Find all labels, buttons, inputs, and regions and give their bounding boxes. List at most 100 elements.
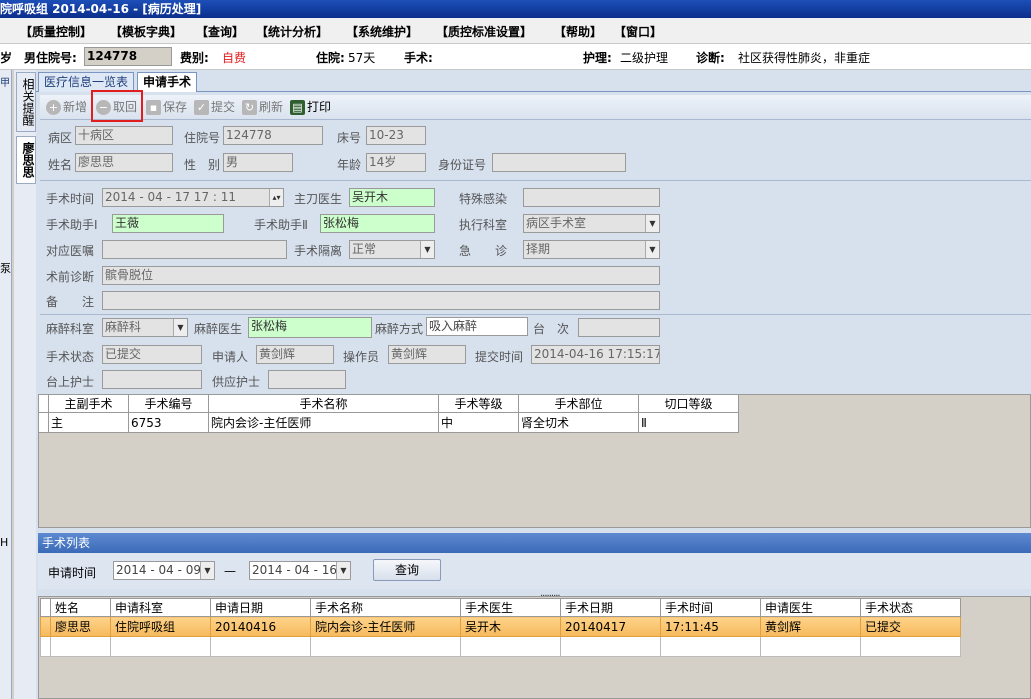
sex-field[interactable]: 男 bbox=[223, 153, 293, 172]
inpatient-no-field[interactable]: 124778 bbox=[223, 126, 323, 145]
col-header[interactable]: 手术状态 bbox=[860, 598, 961, 617]
table-order-field[interactable] bbox=[578, 318, 660, 337]
col-header[interactable]: 姓名 bbox=[50, 598, 111, 617]
cell[interactable]: 肾全切术 bbox=[518, 412, 639, 433]
cell[interactable]: 住院呼吸组 bbox=[110, 616, 211, 637]
cell[interactable]: 廖思思 bbox=[50, 616, 111, 637]
menu-template-dict[interactable]: 【模板字典】 bbox=[110, 23, 182, 40]
cell[interactable] bbox=[560, 636, 661, 657]
refresh-button[interactable]: ↻ 刷新 bbox=[241, 98, 283, 117]
cell[interactable]: Ⅱ bbox=[638, 412, 739, 433]
date-to-select[interactable]: 2014 - 04 - 16 ▼ bbox=[249, 561, 351, 580]
tab-medical-overview[interactable]: 医疗信息一览表 bbox=[38, 72, 135, 92]
surgeon-field[interactable]: 吴开木 bbox=[349, 188, 435, 207]
cell[interactable] bbox=[460, 636, 561, 657]
tab-apply-surgery[interactable]: 申请手术 bbox=[137, 72, 198, 92]
save-button[interactable]: ▪ 保存 bbox=[145, 98, 187, 117]
applicant-field[interactable]: 黄剑辉 bbox=[256, 345, 334, 364]
emergency-select[interactable]: 择期 ▼ bbox=[523, 240, 660, 259]
remark-field[interactable] bbox=[102, 291, 660, 310]
cell[interactable]: 黄剑辉 bbox=[760, 616, 861, 637]
submit-time-field[interactable]: 2014-04-16 17:15:17 bbox=[531, 345, 660, 364]
menu-qc-standard[interactable]: 【质控标准设置】 bbox=[436, 23, 532, 40]
menu-help[interactable]: 【帮助】 bbox=[554, 23, 602, 40]
col-header[interactable]: 申请科室 bbox=[110, 598, 211, 617]
col-header[interactable]: 申请医生 bbox=[760, 598, 861, 617]
col-header[interactable]: 手术编号 bbox=[128, 394, 209, 413]
op-time-field[interactable]: 2014 - 04 - 17 17 : 11 ▴▾ bbox=[102, 188, 284, 207]
special-infection-field[interactable] bbox=[523, 188, 660, 207]
cell[interactable]: 院内会诊-主任医师 bbox=[310, 616, 461, 637]
col-header[interactable]: 手术时间 bbox=[660, 598, 761, 617]
pre-diagnosis-field[interactable]: 髌骨脱位 bbox=[102, 266, 660, 285]
op-status-field[interactable]: 已提交 bbox=[102, 345, 202, 364]
col-header[interactable]: 主副手术 bbox=[48, 394, 129, 413]
name-field[interactable]: 廖思思 bbox=[75, 153, 173, 172]
table-row[interactable]: 主 6753 院内会诊-主任医师 中 肾全切术 Ⅱ bbox=[38, 412, 739, 433]
chevron-down-icon[interactable]: ▼ bbox=[645, 241, 659, 258]
spinner-icon[interactable]: ▴▾ bbox=[269, 189, 283, 206]
chevron-down-icon[interactable]: ▼ bbox=[645, 215, 659, 232]
anes-method-field[interactable]: 吸入麻醉 bbox=[426, 317, 528, 336]
isolation-select[interactable]: 正常 ▼ bbox=[349, 240, 435, 259]
cell[interactable]: 中 bbox=[438, 412, 519, 433]
cell[interactable]: 主 bbox=[48, 412, 129, 433]
cell[interactable] bbox=[210, 636, 311, 657]
print-button[interactable]: ▤ 打印 bbox=[289, 98, 331, 117]
chevron-down-icon[interactable]: ▼ bbox=[336, 562, 350, 579]
chevron-down-icon[interactable]: ▼ bbox=[173, 319, 187, 336]
cell[interactable] bbox=[50, 636, 111, 657]
cell[interactable]: 20140416 bbox=[210, 616, 311, 637]
col-header[interactable]: 手术日期 bbox=[560, 598, 661, 617]
col-header[interactable]: 手术部位 bbox=[518, 394, 639, 413]
ward-field[interactable]: 十病区 bbox=[75, 126, 173, 145]
col-header[interactable]: 手术名称 bbox=[310, 598, 461, 617]
cell[interactable]: 吴开木 bbox=[460, 616, 561, 637]
anes-dept-select[interactable]: 麻醉科 ▼ bbox=[102, 318, 188, 337]
exec-dept-select[interactable]: 病区手术室 ▼ bbox=[523, 214, 660, 233]
menu-quality-control[interactable]: 【质量控制】 bbox=[20, 23, 92, 40]
date-from-select[interactable]: 2014 - 04 - 09 ▼ bbox=[113, 561, 215, 580]
cell[interactable] bbox=[660, 636, 761, 657]
supply-nurse-field[interactable] bbox=[268, 370, 346, 389]
cell[interactable]: 17:11:45 bbox=[660, 616, 761, 637]
col-header[interactable]: 手术等级 bbox=[438, 394, 519, 413]
anes-doctor-label: 麻醉医生 bbox=[194, 322, 243, 336]
left-collapsed-panel[interactable]: 甲 泵 H bbox=[0, 70, 12, 699]
cell[interactable] bbox=[310, 636, 461, 657]
col-header[interactable]: 手术名称 bbox=[208, 394, 439, 413]
submit-button[interactable]: ✓ 提交 bbox=[193, 98, 235, 117]
query-button[interactable]: 查询 bbox=[373, 559, 441, 581]
chevron-down-icon[interactable]: ▼ bbox=[420, 241, 434, 258]
assistant1-field[interactable]: 王薇 bbox=[112, 214, 224, 233]
cell[interactable]: 20140417 bbox=[560, 616, 661, 637]
order-field[interactable] bbox=[102, 240, 287, 259]
table-row-empty[interactable] bbox=[40, 636, 961, 657]
idcard-field[interactable] bbox=[492, 153, 626, 172]
cell[interactable] bbox=[110, 636, 211, 657]
cell[interactable]: 已提交 bbox=[860, 616, 961, 637]
add-button[interactable]: + 新增 bbox=[45, 98, 87, 117]
operator-field[interactable]: 黄剑辉 bbox=[388, 345, 466, 364]
menu-window[interactable]: 【窗口】 bbox=[614, 23, 662, 40]
col-header[interactable]: 切口等级 bbox=[638, 394, 739, 413]
menu-statistics[interactable]: 【统计分析】 bbox=[256, 23, 328, 40]
menu-query[interactable]: 【查询】 bbox=[196, 23, 244, 40]
col-header[interactable]: 手术医生 bbox=[460, 598, 561, 617]
menu-system[interactable]: 【系统维护】 bbox=[346, 23, 418, 40]
age-field[interactable]: 14岁 bbox=[366, 153, 426, 172]
col-header[interactable]: 申请日期 bbox=[210, 598, 311, 617]
cell[interactable] bbox=[860, 636, 961, 657]
vtab-related-reminders[interactable]: 相关提醒 bbox=[16, 72, 36, 132]
scrub-nurse-field[interactable] bbox=[102, 370, 202, 389]
vtab-patient-name[interactable]: 廖思思 bbox=[16, 136, 36, 184]
bed-field[interactable]: 10-23 bbox=[366, 126, 426, 145]
date-to-value: 2014 - 04 - 16 bbox=[252, 563, 337, 577]
chevron-down-icon[interactable]: ▼ bbox=[200, 562, 214, 579]
cell[interactable] bbox=[760, 636, 861, 657]
table-row-selected[interactable]: 廖思思 住院呼吸组 20140416 院内会诊-主任医师 吴开木 2014041… bbox=[40, 616, 961, 637]
anes-doctor-field[interactable]: 张松梅 bbox=[248, 317, 372, 338]
cell[interactable]: 6753 bbox=[128, 412, 209, 433]
cell[interactable]: 院内会诊-主任医师 bbox=[208, 412, 439, 433]
assistant2-field[interactable]: 张松梅 bbox=[320, 214, 435, 233]
